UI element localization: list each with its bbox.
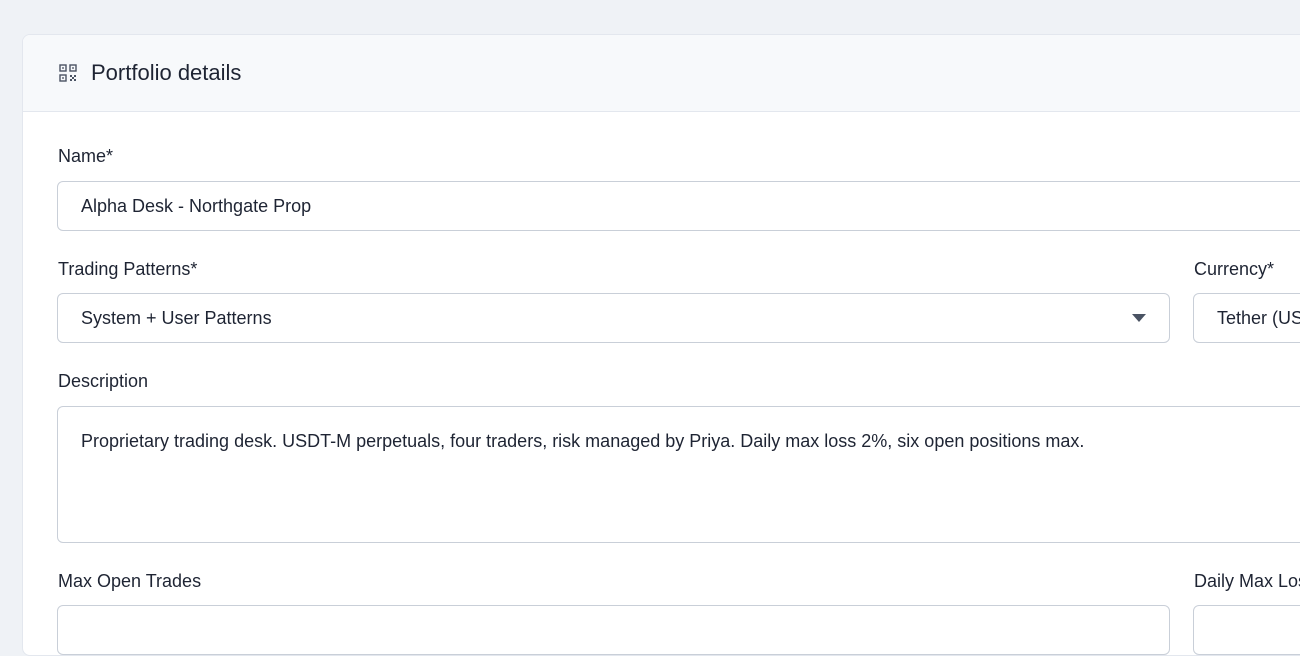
trading-patterns-select[interactable]: System + User Patterns <box>57 293 1170 343</box>
trading-patterns-label: Trading Patterns* <box>58 259 198 279</box>
name-input-value: Alpha Desk - Northgate Prop <box>81 195 312 216</box>
max-open-trades-input[interactable] <box>57 605 1170 655</box>
currency-select[interactable]: Tether (USDT) <box>1193 293 1300 343</box>
portfolio-details-card: Portfolio details Name* Alpha Desk - Nor… <box>22 34 1300 656</box>
currency-value: Tether (USDT) <box>1217 307 1300 328</box>
max-open-trades-label: Max Open Trades <box>58 571 202 591</box>
daily-max-loss-label: Daily Max Loss <box>1194 571 1300 591</box>
chevron-down-icon <box>1132 314 1146 322</box>
description-label: Description <box>58 371 149 391</box>
description-value: Proprietary trading desk. USDT-M perpetu… <box>81 431 1085 451</box>
name-label: Name* <box>58 146 114 166</box>
card-header: Portfolio details <box>23 35 1300 112</box>
daily-max-loss-input[interactable] <box>1193 605 1300 655</box>
description-textarea[interactable]: Proprietary trading desk. USDT-M perpetu… <box>57 406 1300 543</box>
currency-label: Currency* <box>1194 259 1275 279</box>
name-input[interactable]: Alpha Desk - Northgate Prop <box>57 181 1300 231</box>
qr-code-icon <box>59 64 77 82</box>
page-title: Portfolio details <box>91 60 242 85</box>
trading-patterns-value: System + User Patterns <box>81 307 272 328</box>
